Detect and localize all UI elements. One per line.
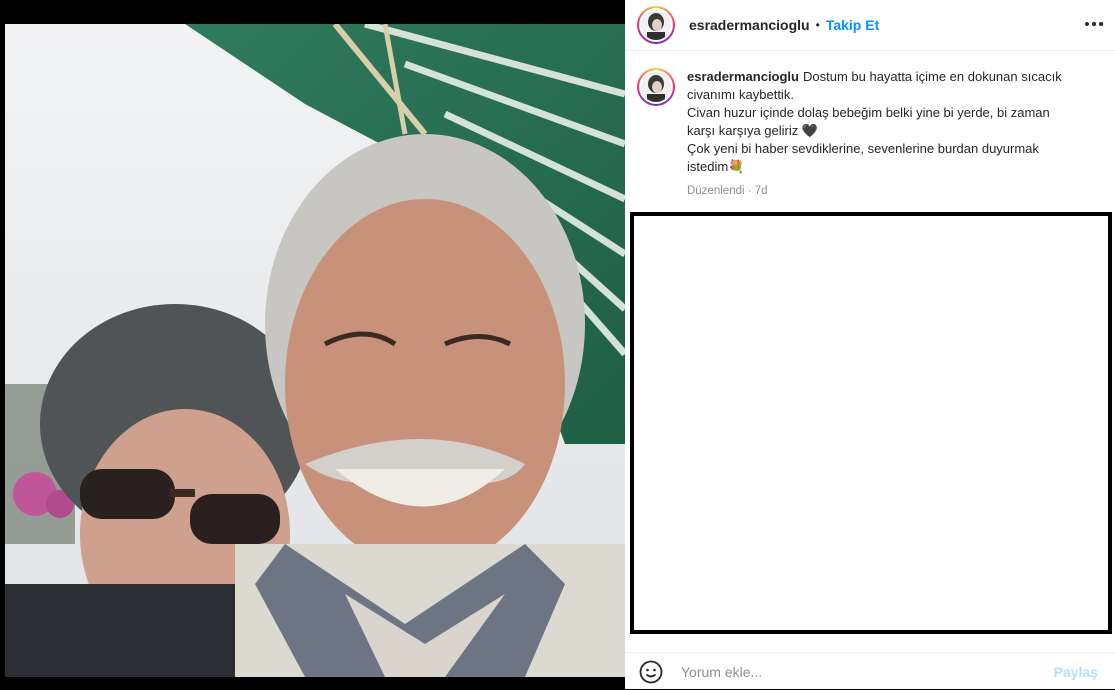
more-options-icon[interactable] <box>1083 14 1105 34</box>
comment-bar: Yorum ekle... Paylaş <box>625 652 1115 690</box>
story-ring[interactable] <box>637 6 675 44</box>
header-username[interactable]: esradermancioglu <box>689 17 810 33</box>
caption-text: esradermancioglu Dostum bu hayatta içime … <box>687 68 1097 200</box>
post-header: esradermancioglu • Takip Et <box>625 0 1115 51</box>
emoji-smile-icon[interactable] <box>639 660 663 684</box>
edited-timestamp[interactable]: Düzenlendi · 7d <box>687 182 1097 200</box>
post-comment-button[interactable]: Paylaş <box>1054 664 1098 680</box>
comment-input[interactable]: Yorum ekle... <box>681 664 1054 680</box>
caption-line: civanımı kaybettik. <box>687 87 794 102</box>
caption-line: Civan huzur içinde dolaş bebeğim belki y… <box>687 105 1050 120</box>
caption-line: esradermancioglu Dostum bu hayatta içime … <box>687 69 1062 84</box>
avatar-image <box>641 72 671 102</box>
caption-avatar[interactable] <box>641 72 671 102</box>
caption: esradermancioglu Dostum bu hayatta içime … <box>637 68 1107 200</box>
caption-line: karşı karşıya geliriz 🖤 <box>687 123 819 138</box>
selfie-image <box>5 24 625 677</box>
follow-button[interactable]: Takip Et <box>826 17 879 33</box>
caption-story-ring[interactable] <box>637 68 675 106</box>
redacted-area <box>630 212 1112 634</box>
avatar-image <box>641 10 671 40</box>
caption-line: istedim💐 <box>687 159 745 174</box>
photo-column <box>0 0 625 689</box>
caption-line: Çok yeni bi haber sevdiklerine, sevenler… <box>687 141 1039 156</box>
caption-username[interactable]: esradermancioglu <box>687 69 799 84</box>
avatar[interactable] <box>641 10 671 40</box>
separator-dot: • <box>815 18 820 32</box>
post-photo[interactable] <box>5 24 625 677</box>
